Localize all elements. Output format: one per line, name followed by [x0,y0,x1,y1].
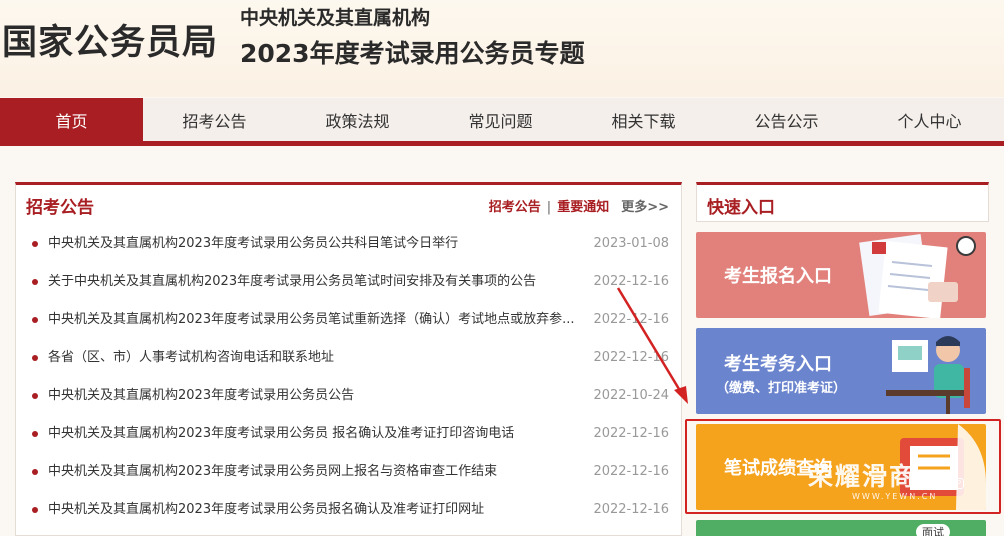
site-logo[interactable]: 国家公务员局 [2,14,218,65]
header-title: 2023年度考试录用公务员专题 [240,39,585,68]
news-title[interactable]: 中央机关及其直属机构2023年度考试录用公务员公告 [48,377,354,415]
bullet-icon [32,355,38,361]
nav-item-public-notices[interactable]: 公告公示 [715,98,858,146]
link-announcements[interactable]: 招考公告 [489,200,541,215]
news-title[interactable]: 关于中央机关及其直属机构2023年度考试录用公务员笔试时间安排及有关事项的公告 [48,263,536,301]
bullet-icon [32,241,38,247]
bullet-icon [32,507,38,513]
bullet-icon [32,317,38,323]
watermark-url: WWW.YEWN.CN [852,492,938,501]
exam-affairs-entry-button[interactable]: 考生考务入口 （缴费、打印准考证） [696,328,986,414]
nav-item-announcements[interactable]: 招考公告 [143,98,286,146]
news-list: 中央机关及其直属机构2023年度考试录用公务员公共科目笔试今日举行 2023-01… [16,225,681,529]
nav-item-home[interactable]: 首页 [0,98,143,146]
nav-item-user-center[interactable]: 个人中心 [858,98,1001,146]
watermark-app-badge: APP [943,478,965,489]
announcements-links: 招考公告 | 重要通知 更多>> [489,196,669,215]
interview-entry-button[interactable]: 面试 [696,520,986,536]
news-title[interactable]: 中央机关及其直属机构2023年度考试录用公务员网上报名与资格审查工作结束 [48,453,497,491]
announcements-panel: 招考公告 招考公告 | 重要通知 更多>> 中央机关及其直属机构2023年度考试录用公… [15,182,682,536]
nav-item-downloads[interactable]: 相关下载 [572,98,715,146]
watermark-text: 荣耀滑商 [808,462,917,491]
news-title[interactable]: 中央机关及其直属机构2023年度考试录用公务员 报名确认及准考证打印咨询电话 [48,415,514,453]
quick-entry-header: 快速入口 [696,182,989,222]
news-row[interactable]: 中央机关及其直属机构2023年度考试录用公务员网上报名与资格审查工作结束 2022… [16,453,681,491]
news-title[interactable]: 中央机关及其直属机构2023年度考试录用公务员笔试重新选择（确认）考试地点或放弃… [48,301,574,339]
quick-entry-title: 快速入口 [707,198,775,218]
site-header: 国家公务员局 中央机关及其直属机构 2023年度考试录用公务员专题 [0,0,1004,97]
news-date: 2022-12-16 [593,502,669,517]
main-nav: 首页 招考公告 政策法规 常见问题 相关下载 公告公示 个人中心 [0,98,1004,146]
registration-entry-button[interactable]: 考生报名入口 [696,232,986,318]
bullet-icon [32,279,38,285]
header-subtitle: 中央机关及其直属机构 [240,7,431,29]
news-row[interactable]: 各省（区、市）人事考试机构咨询电话和联系地址 2022-12-16 [16,339,681,377]
registration-entry-label: 考生报名入口 [724,266,832,287]
news-row[interactable]: 关于中央机关及其直属机构2023年度考试录用公务员笔试时间安排及有关事项的公告 2… [16,263,681,301]
news-date: 2023-01-08 [593,236,669,251]
more-link[interactable]: 更多>> [621,200,669,215]
news-row[interactable]: 中央机关及其直属机构2023年度考试录用公务员公告 2022-10-24 [16,377,681,415]
announcements-title: 招考公告 [26,198,94,218]
bullet-icon [32,393,38,399]
nav-item-policies[interactable]: 政策法规 [286,98,429,146]
link-separator: | [546,200,552,215]
news-title[interactable]: 中央机关及其直属机构2023年度考试录用公务员报名确认及准考证打印网址 [48,491,484,529]
news-row[interactable]: 中央机关及其直属机构2023年度考试录用公务员 报名确认及准考证打印咨询电话 20… [16,415,681,453]
exam-affairs-entry-label: 考生考务入口 [724,354,832,375]
nav-item-faq[interactable]: 常见问题 [429,98,572,146]
news-date: 2022-12-16 [593,426,669,441]
news-title[interactable]: 各省（区、市）人事考试机构咨询电话和联系地址 [48,339,334,377]
news-title[interactable]: 中央机关及其直属机构2023年度考试录用公务员公共科目笔试今日举行 [48,225,458,263]
exam-affairs-entry-sublabel: （缴费、打印准考证） [716,381,847,396]
link-important-notices[interactable]: 重要通知 [557,200,609,215]
interview-entry-label: 面试 [916,524,950,536]
annotation-arrow-icon [616,287,688,404]
news-row[interactable]: 中央机关及其直属机构2023年度考试录用公务员公共科目笔试今日举行 2023-01… [16,225,681,263]
news-row[interactable]: 中央机关及其直属机构2023年度考试录用公务员报名确认及准考证打印网址 2022-… [16,491,681,529]
bullet-icon [32,431,38,437]
bullet-icon [32,469,38,475]
news-row[interactable]: 中央机关及其直属机构2023年度考试录用公务员笔试重新选择（确认）考试地点或放弃… [16,301,681,339]
news-date: 2022-12-16 [593,464,669,479]
